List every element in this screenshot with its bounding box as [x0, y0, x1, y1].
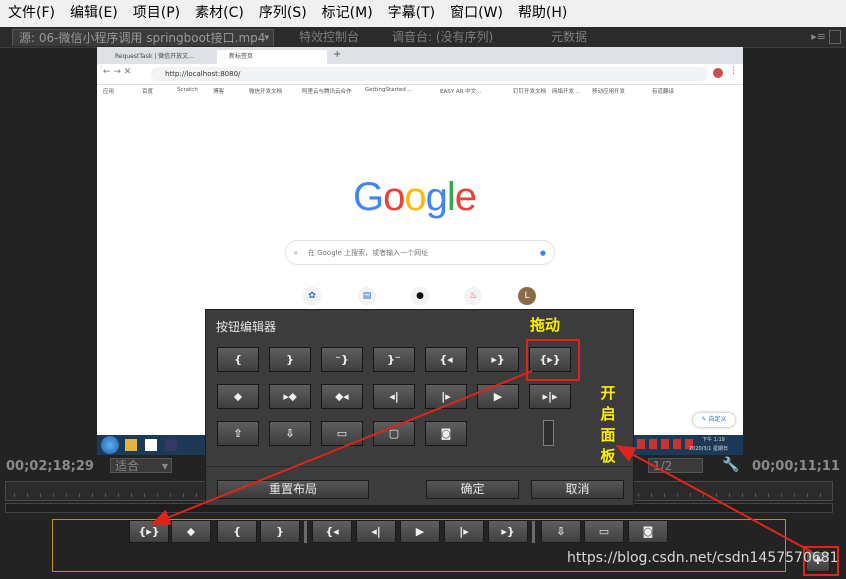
- arrow-toggle-path: [615, 445, 813, 553]
- watermark: https://blog.csdn.net/csdn1457570681: [567, 550, 839, 566]
- arrow-drag-path: [150, 370, 533, 525]
- annotation-arrows: [150, 370, 813, 553]
